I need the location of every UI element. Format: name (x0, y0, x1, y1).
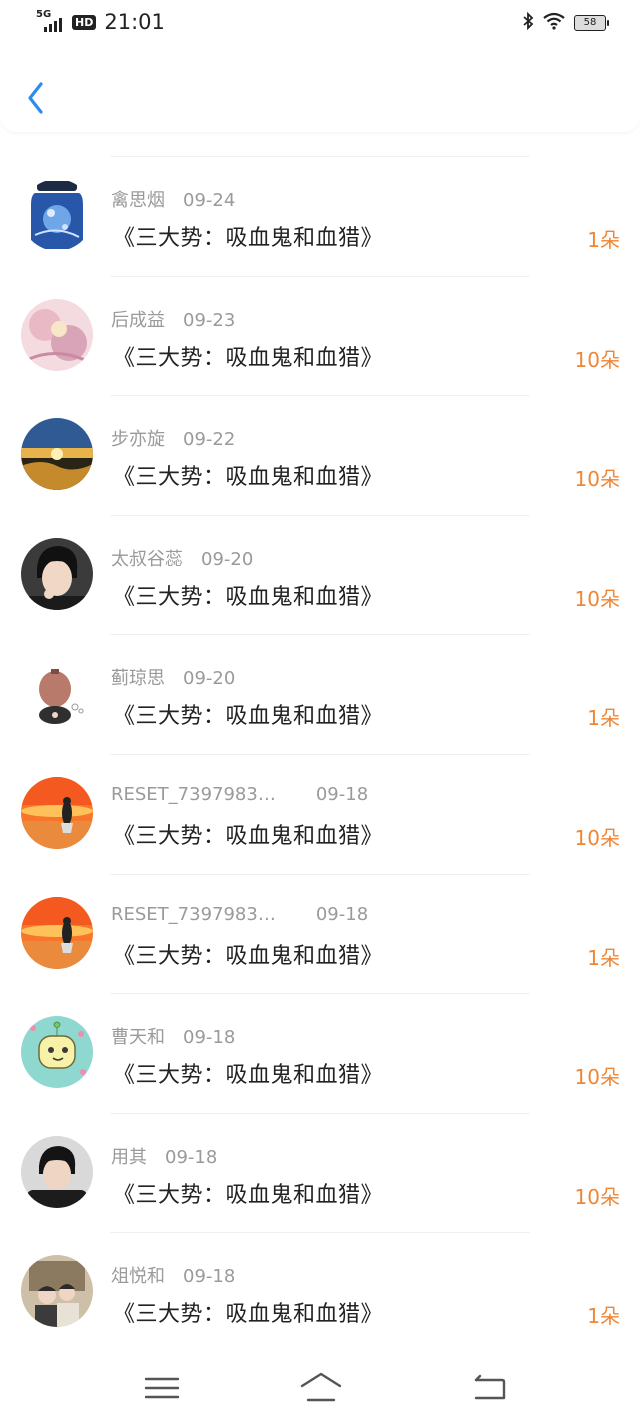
item-date: 09-18 (183, 1266, 236, 1288)
item-meta: 太叔谷蕊 09-20 (111, 545, 253, 571)
item-meta: RESET_7397983… 09-18 (111, 904, 368, 925)
list-item[interactable]: 太叔谷蕊 09-20 《三大势：吸血鬼和血猎》 10朵 (0, 514, 640, 635)
book-title: 《三大势：吸血鬼和血猎》 (113, 226, 384, 251)
avatar (21, 1135, 93, 1208)
battery-level: 58 (583, 17, 597, 28)
list-item[interactable]: RESET_7397983… 09-18 《三大势：吸血鬼和血猎》 1朵 (0, 873, 640, 994)
bluetooth-icon (522, 11, 534, 34)
user-name: RESET_7397983… (111, 903, 276, 925)
home-button[interactable] (298, 1370, 344, 1406)
avatar (21, 1255, 93, 1328)
list-item[interactable]: 步亦旋 09-22 《三大势：吸血鬼和血猎》 10朵 (0, 395, 640, 515)
status-bar: 5G HD 21:01 58 (0, 0, 640, 50)
user-name: 禽思烟 (111, 190, 165, 211)
gift-amount: 10朵 (574, 825, 620, 850)
signal-icon: 5G (36, 9, 66, 32)
item-meta: 后成益 09-23 (111, 306, 235, 332)
item-meta: 俎悦和 09-18 (111, 1262, 235, 1288)
user-name: 曹天和 (111, 1027, 165, 1049)
avatar (21, 418, 93, 491)
item-meta: 曹天和 09-18 (111, 1023, 235, 1049)
list-item[interactable]: 蓟琼思 09-20 《三大势：吸血鬼和血猎》 1朵 (0, 634, 640, 754)
book-title: 《三大势：吸血鬼和血猎》 (113, 704, 384, 730)
item-meta: 蓟琼思 09-20 (111, 664, 235, 690)
item-date: 09-23 (183, 309, 236, 331)
item-date: 09-20 (201, 548, 254, 570)
gift-amount: 10朵 (574, 1065, 620, 1090)
list-item[interactable]: RESET_7397983… 09-18 《三大势：吸血鬼和血猎》 10朵 (0, 753, 640, 874)
item-date: 09-18 (315, 903, 369, 925)
avatar (21, 776, 93, 849)
gift-amount: 10朵 (574, 467, 620, 492)
chevron-left-icon (28, 82, 43, 114)
avatar (21, 179, 93, 251)
book-title: 《三大势：吸血鬼和血猎》 (113, 1063, 384, 1089)
item-meta: 步亦旋 09-22 (111, 425, 235, 451)
item-date: 09-20 (183, 668, 236, 690)
avatar (21, 537, 93, 610)
book-title: 《三大势：吸血鬼和血猎》 (113, 943, 384, 969)
book-title: 《三大势：吸血鬼和血猎》 (113, 345, 384, 371)
avatar (21, 298, 93, 371)
item-date: 09-24 (183, 190, 236, 211)
book-title: 《三大势：吸血鬼和血猎》 (113, 465, 384, 491)
item-meta: 禽思烟 09-24 (111, 186, 235, 212)
book-title: 《三大势：吸血鬼和血猎》 (113, 1182, 384, 1208)
home-icon (300, 1372, 342, 1402)
menu-icon (144, 1377, 180, 1399)
menu-button[interactable] (142, 1370, 182, 1406)
gift-amount: 10朵 (574, 1184, 620, 1209)
list-item[interactable]: 后成益 09-23 《三大势：吸血鬼和血猎》 10朵 (0, 275, 640, 396)
user-name: RESET_7397983… (111, 783, 276, 805)
list-item[interactable]: 俎悦和 09-18 《三大势：吸血鬼和血猎》 1朵 (0, 1232, 640, 1352)
user-name: 步亦旋 (111, 429, 165, 451)
item-date: 09-18 (315, 783, 369, 805)
book-title: 《三大势：吸血鬼和血猎》 (113, 584, 384, 610)
gift-record-list: 禽思烟 09-24 《三大势：吸血鬼和血猎》 1朵 后成益 09-23 《三大势：吸… (0, 156, 640, 1352)
page-header (0, 50, 640, 132)
user-name: 俎悦和 (111, 1266, 165, 1288)
user-name: 后成益 (111, 309, 165, 331)
avatar (21, 896, 93, 969)
back-button[interactable] (22, 78, 52, 118)
user-name: 太叔谷蕊 (111, 548, 183, 570)
avatar (21, 657, 93, 730)
return-icon (474, 1374, 506, 1400)
return-button[interactable] (470, 1370, 510, 1406)
item-date: 09-18 (183, 1027, 236, 1049)
status-right: 58 (522, 11, 609, 34)
item-date: 09-18 (165, 1146, 218, 1168)
status-time: 21:01 (104, 10, 165, 34)
item-date: 09-22 (183, 429, 236, 451)
user-name: 用其 (111, 1146, 147, 1168)
gift-amount: 1朵 (587, 706, 620, 731)
book-title: 《三大势：吸血鬼和血猎》 (113, 823, 384, 849)
battery-icon: 58 (574, 15, 609, 31)
gift-amount: 10朵 (574, 586, 620, 611)
status-left: 5G HD 21:01 (36, 9, 165, 34)
system-nav-bar (0, 1350, 640, 1427)
gift-amount: 10朵 (574, 347, 620, 372)
item-meta: 用其 09-18 (111, 1143, 217, 1169)
hd-badge: HD (72, 14, 97, 30)
wifi-icon (542, 12, 566, 34)
list-item[interactable]: 禽思烟 09-24 《三大势：吸血鬼和血猎》 1朵 (0, 156, 640, 276)
item-meta: RESET_7397983… 09-18 (111, 784, 368, 805)
book-title: 《三大势：吸血鬼和血猎》 (113, 1302, 384, 1328)
gift-amount: 1朵 (587, 228, 620, 252)
avatar (21, 1016, 93, 1089)
list-item[interactable]: 用其 09-18 《三大势：吸血鬼和血猎》 10朵 (0, 1112, 640, 1233)
list-item[interactable]: 曹天和 09-18 《三大势：吸血鬼和血猎》 10朵 (0, 993, 640, 1113)
user-name: 蓟琼思 (111, 668, 165, 690)
gift-amount: 1朵 (587, 1304, 620, 1329)
gift-amount: 1朵 (587, 945, 620, 970)
